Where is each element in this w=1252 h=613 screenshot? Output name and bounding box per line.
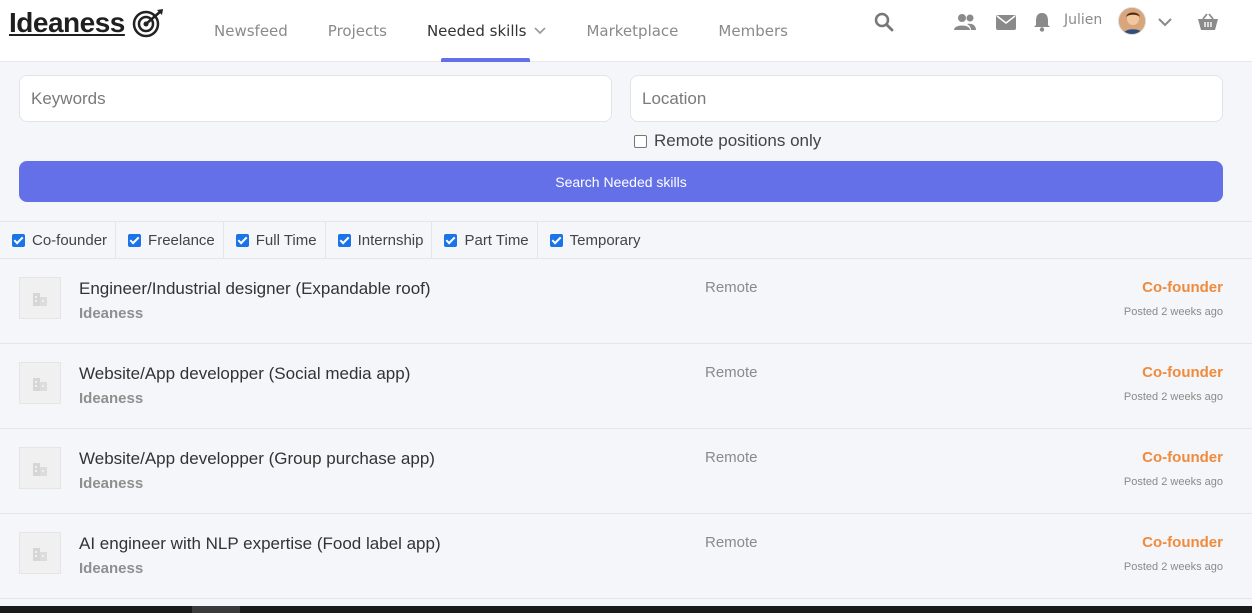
filter-co-founder[interactable]: Co-founder: [0, 222, 117, 258]
job-type-filters: Co-founder Freelance Full Time Internshi…: [0, 221, 1252, 259]
listings: Engineer/Industrial designer (Expandable…: [0, 259, 1252, 599]
filter-label: Freelance: [148, 231, 215, 249]
listing-type: Co-founder: [1142, 279, 1223, 296]
list-item[interactable]: Engineer/Industrial designer (Expandable…: [0, 259, 1252, 344]
search-button[interactable]: Search Needed skills: [19, 161, 1223, 202]
checkbox-checked[interactable]: [128, 233, 142, 247]
listing-company[interactable]: Ideaness: [79, 305, 143, 322]
keywords-input[interactable]: Keywords: [19, 75, 612, 122]
nav-marketplace[interactable]: Marketplace: [566, 0, 698, 62]
nav-needed-skills[interactable]: Needed skills: [407, 0, 567, 62]
filter-label: Part Time: [464, 231, 529, 249]
remote-only-label: Remote positions only: [654, 131, 822, 150]
location-input[interactable]: Location: [630, 75, 1223, 122]
listing-posted: Posted 2 weeks ago: [1123, 391, 1223, 403]
user-name[interactable]: Julien: [1064, 12, 1102, 28]
listing-company[interactable]: Ideaness: [79, 560, 143, 577]
list-item[interactable]: AI engineer with NLP expertise (Food lab…: [0, 514, 1252, 599]
list-item[interactable]: Website/App developper (Group purchase a…: [0, 429, 1252, 514]
nav-members[interactable]: Members: [698, 0, 808, 62]
listing-location: Remote: [705, 534, 758, 551]
filter-internship[interactable]: Internship: [326, 222, 433, 258]
filter-label: Co-founder: [32, 231, 108, 249]
listing-title[interactable]: AI engineer with NLP expertise (Food lab…: [79, 534, 441, 554]
listing-title[interactable]: Engineer/Industrial designer (Expandable…: [79, 279, 431, 299]
checkbox-checked[interactable]: [549, 233, 563, 247]
bottom-scrollbar[interactable]: [0, 606, 1252, 613]
filter-label: Full Time: [255, 231, 317, 249]
listing-title[interactable]: Website/App developper (Social media app…: [79, 364, 410, 384]
filter-label: Temporary: [569, 231, 641, 249]
listing-posted: Posted 2 weeks ago: [1123, 561, 1223, 573]
listing-type: Co-founder: [1142, 364, 1223, 381]
filter-part-time[interactable]: Part Time: [432, 222, 538, 258]
scrollbar-thumb[interactable]: [192, 606, 240, 613]
avatar[interactable]: [1118, 7, 1146, 35]
filter-label: Internship: [357, 231, 424, 249]
checkbox-checked[interactable]: [444, 233, 458, 247]
filter-temporary[interactable]: Temporary: [538, 222, 649, 258]
logo-text: Ideaness: [9, 7, 125, 38]
nav-label: Marketplace: [586, 22, 679, 40]
filter-freelance[interactable]: Freelance: [116, 222, 224, 258]
listing-posted: Posted 2 weeks ago: [1123, 306, 1223, 318]
remote-only-option[interactable]: Remote positions only: [634, 131, 821, 151]
checkbox-checked[interactable]: [337, 233, 351, 247]
top-header: Ideaness Newsfeed Projects Needed skills…: [0, 0, 1252, 62]
basket-icon[interactable]: [1197, 12, 1219, 32]
nav-label: Members: [718, 22, 788, 40]
listing-company[interactable]: Ideaness: [79, 390, 143, 407]
listing-company[interactable]: Ideaness: [79, 475, 143, 492]
chevron-down-icon: [534, 27, 547, 35]
listing-location: Remote: [705, 279, 758, 296]
nav-label: Projects: [327, 22, 387, 40]
nav-label: Newsfeed: [214, 22, 288, 40]
nav-newsfeed[interactable]: Newsfeed: [194, 0, 308, 62]
keywords-placeholder: Keywords: [31, 88, 106, 108]
building-icon: [19, 362, 61, 404]
location-placeholder: Location: [642, 88, 707, 108]
listing-type: Co-founder: [1142, 449, 1223, 466]
listing-type: Co-founder: [1142, 534, 1223, 551]
filter-full-time[interactable]: Full Time: [224, 222, 326, 258]
nav-projects[interactable]: Projects: [308, 0, 407, 62]
checkbox-checked[interactable]: [12, 233, 25, 247]
building-icon: [19, 532, 61, 574]
listing-location: Remote: [705, 364, 758, 381]
building-icon: [19, 447, 61, 489]
active-tab-indicator: [441, 58, 530, 62]
building-icon: [19, 277, 61, 319]
logo[interactable]: Ideaness: [9, 7, 165, 39]
listing-posted: Posted 2 weeks ago: [1123, 476, 1223, 488]
remote-only-checkbox[interactable]: [634, 134, 647, 148]
search-icon[interactable]: [873, 12, 895, 32]
mail-icon[interactable]: [995, 12, 1017, 32]
users-icon[interactable]: [953, 12, 977, 32]
target-icon: [132, 9, 163, 38]
checkbox-checked[interactable]: [235, 233, 249, 247]
list-item[interactable]: Website/App developper (Social media app…: [0, 344, 1252, 429]
nav-label: Needed skills: [426, 22, 527, 40]
main-nav: Newsfeed Projects Needed skills Marketpl…: [194, 0, 808, 62]
listing-location: Remote: [705, 449, 758, 466]
bell-icon[interactable]: [1031, 12, 1053, 32]
chevron-down-icon[interactable]: [1154, 12, 1176, 32]
listing-title[interactable]: Website/App developper (Group purchase a…: [79, 449, 435, 469]
